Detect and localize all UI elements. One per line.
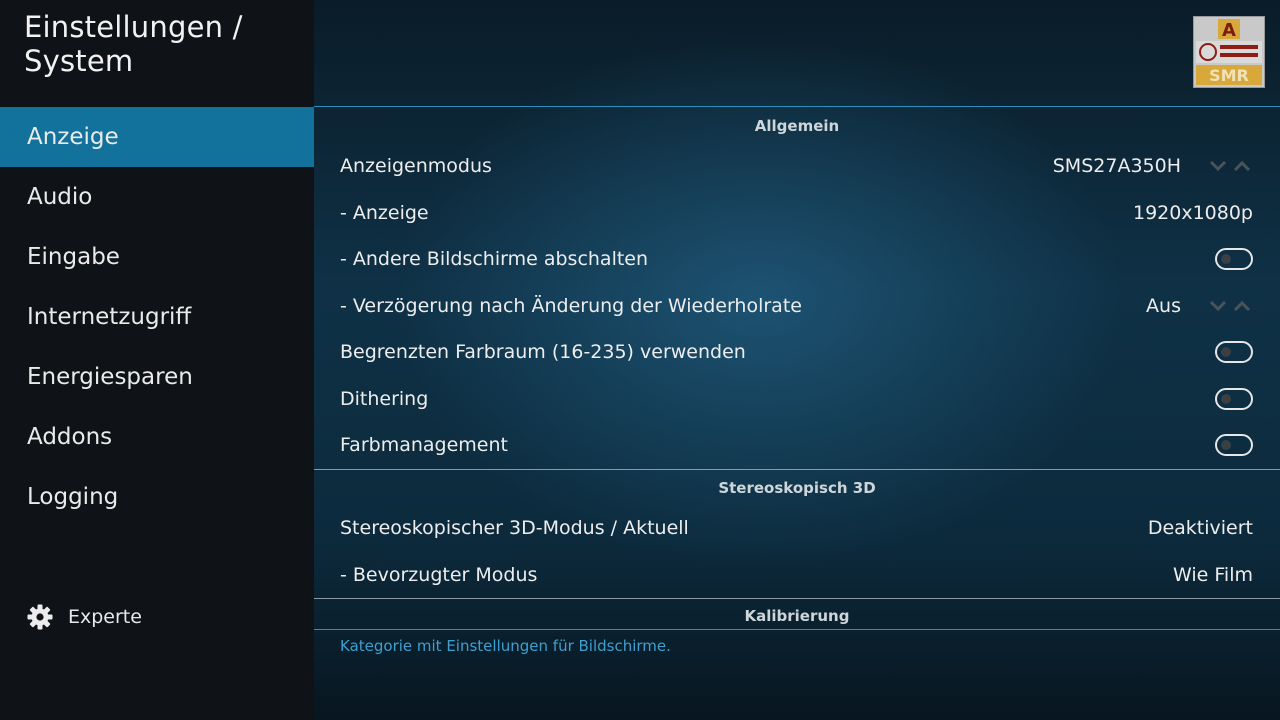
logo-top-letter: A: [1222, 20, 1236, 41]
setting-value: Deaktiviert: [1147, 517, 1253, 539]
gear-icon: [27, 604, 53, 630]
sidebar-item-energiesparen[interactable]: Energiesparen: [0, 347, 314, 407]
description-divider: [314, 629, 1280, 630]
toggle-knob: [1221, 347, 1231, 357]
expert-level-button[interactable]: Experte: [26, 602, 142, 632]
toggle-knob: [1221, 440, 1231, 450]
toggle-knob: [1221, 394, 1231, 404]
setting-label: - Verzögerung nach Änderung der Wiederho…: [340, 295, 802, 317]
spinner-arrows-icon[interactable]: [1209, 298, 1253, 314]
sidebar-item-audio[interactable]: Audio: [0, 167, 314, 227]
sidebar-item-anzeige[interactable]: Anzeige: [0, 107, 314, 167]
seal-logo: A SMR: [1194, 17, 1264, 87]
toggle-switch[interactable]: [1215, 341, 1253, 363]
toggle-switch[interactable]: [1215, 434, 1253, 456]
section-divider: [314, 469, 1280, 470]
setting-label: Dithering: [340, 388, 429, 410]
sidebar-item-internetzugriff[interactable]: Internetzugriff: [0, 287, 314, 347]
settings-panel: Allgemein Anzeigenmodus SMS27A350H - Anz…: [314, 107, 1280, 720]
setting-value: Aus: [1146, 295, 1181, 317]
setting-value: 1920x1080p: [1132, 202, 1253, 224]
setting-label: - Anzeige: [340, 202, 429, 224]
sidebar-item-logging[interactable]: Logging: [0, 467, 314, 527]
sidebar-item-addons[interactable]: Addons: [0, 407, 314, 467]
setting-color-management[interactable]: Farbmanagement: [340, 422, 1253, 468]
sidebar: Einstellungen / System Anzeige Audio Ein…: [0, 0, 314, 720]
toggle-switch[interactable]: [1215, 248, 1253, 270]
setting-display-mode[interactable]: Anzeigenmodus SMS27A350H: [340, 143, 1253, 189]
section-header-stereoskopisch: Stereoskopisch 3D: [718, 479, 876, 497]
setting-value: Wie Film: [1173, 564, 1253, 586]
section-header-allgemein: Allgemein: [754, 117, 840, 135]
setting-display[interactable]: - Anzeige 1920x1080p: [340, 190, 1253, 236]
category-description: Kategorie mit Einstellungen für Bildschi…: [340, 637, 671, 655]
page-title: Einstellungen / System: [24, 10, 243, 78]
setting-limited-range[interactable]: Begrenzten Farbraum (16-235) verwenden: [340, 329, 1253, 375]
sidebar-item-eingabe[interactable]: Eingabe: [0, 227, 314, 287]
setting-blank-other-displays[interactable]: - Andere Bildschirme abschalten: [340, 236, 1253, 282]
setting-label: Begrenzten Farbraum (16-235) verwenden: [340, 341, 746, 363]
section-divider: [314, 598, 1280, 599]
toggle-switch[interactable]: [1215, 388, 1253, 410]
toggle-knob: [1221, 254, 1231, 264]
setting-label: Farbmanagement: [340, 434, 508, 456]
setting-value: SMS27A350H: [1052, 155, 1181, 177]
setting-preferred-mode[interactable]: - Bevorzugter Modus Wie Film: [340, 552, 1253, 598]
expert-label: Experte: [68, 606, 142, 628]
setting-refresh-delay[interactable]: - Verzögerung nach Änderung der Wiederho…: [340, 283, 1253, 329]
setting-stereo-mode[interactable]: Stereoskopischer 3D-Modus / Aktuell Deak…: [340, 505, 1253, 551]
setting-label: Stereoskopischer 3D-Modus / Aktuell: [340, 517, 689, 539]
setting-label: Anzeigenmodus: [340, 155, 492, 177]
setting-dithering[interactable]: Dithering: [340, 376, 1253, 422]
setting-label: - Andere Bildschirme abschalten: [340, 248, 649, 270]
spinner-arrows-icon[interactable]: [1209, 158, 1253, 174]
logo-bottom-text: SMR: [1209, 66, 1249, 85]
section-header-kalibrierung[interactable]: Kalibrierung: [314, 607, 1280, 625]
logo: A SMR: [1193, 16, 1265, 88]
setting-label: - Bevorzugter Modus: [340, 564, 538, 586]
